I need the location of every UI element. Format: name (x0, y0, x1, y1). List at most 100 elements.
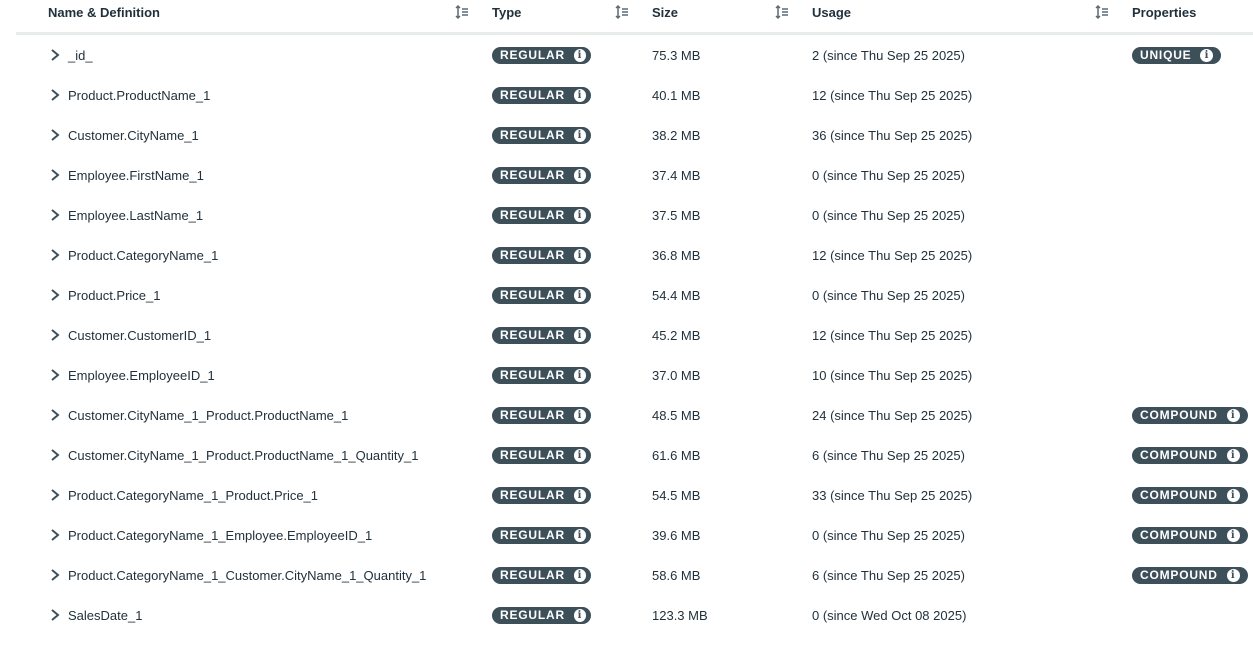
property-badge-label: COMPOUND (1140, 408, 1218, 422)
info-icon[interactable]: i (1200, 48, 1214, 62)
info-icon[interactable]: i (573, 288, 586, 302)
expand-chevron-icon[interactable] (48, 48, 62, 62)
size-cell: 61.6 MB (652, 447, 701, 463)
info-icon[interactable]: i (573, 448, 586, 462)
usage-cell: 12 (since Thu Sep 25 2025) (812, 87, 973, 103)
size-cell: 37.5 MB (652, 207, 701, 223)
sort-type-icon[interactable] (614, 4, 630, 20)
expand-chevron-icon[interactable] (48, 608, 62, 622)
expand-chevron-icon[interactable] (48, 568, 62, 582)
table-row[interactable]: Product.CategoryName_1_Employee.Employee… (0, 515, 1253, 555)
type-cell: REGULAR i (492, 435, 591, 475)
table-row[interactable]: Product.CategoryName_1_Customer.CityName… (0, 555, 1253, 595)
info-icon[interactable]: i (573, 168, 586, 182)
info-icon[interactable]: i (573, 328, 586, 342)
table-row[interactable]: Product.CategoryName_1 REGULAR i 36.8 MB 12 … (0, 235, 1253, 275)
usage-cell: 2 (since Thu Sep 25 2025) (812, 47, 965, 63)
table-row[interactable]: Customer.CityName_1 REGULAR i 38.2 MB 36 (si… (0, 115, 1253, 155)
expand-chevron-icon[interactable] (48, 288, 62, 302)
info-icon[interactable]: i (573, 568, 586, 582)
table-row[interactable]: Customer.CityName_1_Product.ProductName_… (0, 395, 1253, 435)
column-header-type-label: Type (492, 5, 522, 20)
info-icon[interactable]: i (1226, 448, 1240, 462)
type-badge-label: REGULAR (500, 128, 565, 142)
type-badge: REGULAR i (492, 126, 591, 144)
type-cell: REGULAR i (492, 275, 591, 315)
expand-chevron-icon[interactable] (48, 408, 62, 422)
type-badge: REGULAR i (492, 486, 591, 504)
column-header-name: Name & Definition (48, 0, 160, 25)
sort-size-icon[interactable] (774, 4, 790, 20)
table-row[interactable]: Product.Price_1 REGULAR i 54.4 MB 0 (since T… (0, 275, 1253, 315)
expand-chevron-icon[interactable] (48, 448, 62, 462)
type-badge-label: REGULAR (500, 328, 565, 342)
type-cell: REGULAR i (492, 115, 591, 155)
type-badge-label: REGULAR (500, 408, 565, 422)
index-name: Product.Price_1 (68, 287, 161, 303)
column-header-size: Size (652, 0, 678, 25)
info-icon[interactable]: i (573, 248, 586, 262)
type-badge: REGULAR i (492, 326, 591, 344)
table-header: Name & Definition Type Size Usage Proper… (16, 0, 1253, 35)
size-cell: 37.4 MB (652, 167, 701, 183)
table-row[interactable]: Customer.CityName_1_Product.ProductName_… (0, 435, 1253, 475)
type-badge: REGULAR i (492, 206, 591, 224)
type-badge-label: REGULAR (500, 48, 565, 62)
table-row[interactable]: Employee.LastName_1 REGULAR i 37.5 MB 0 (sin… (0, 195, 1253, 235)
type-cell: REGULAR i (492, 395, 591, 435)
size-cell: 58.6 MB (652, 567, 701, 583)
info-icon[interactable]: i (573, 368, 586, 382)
sort-usage-icon[interactable] (1094, 4, 1110, 20)
info-icon[interactable]: i (1226, 408, 1240, 422)
type-badge: REGULAR i (492, 86, 591, 104)
expand-chevron-icon[interactable] (48, 128, 62, 142)
type-badge-label: REGULAR (500, 208, 565, 222)
info-icon[interactable]: i (573, 128, 586, 142)
info-icon[interactable]: i (1226, 488, 1240, 502)
type-cell: REGULAR i (492, 475, 591, 515)
property-badge-label: COMPOUND (1140, 528, 1218, 542)
index-name: Product.CategoryName_1_Employee.Employee… (68, 527, 373, 543)
info-icon[interactable]: i (573, 48, 586, 62)
property-badge: COMPOUND i (1132, 406, 1248, 424)
info-icon[interactable]: i (573, 528, 586, 542)
info-icon[interactable]: i (1226, 528, 1240, 542)
info-icon[interactable]: i (573, 208, 586, 222)
table-row[interactable]: Product.CategoryName_1_Product.Price_1 RE… (0, 475, 1253, 515)
table-row[interactable]: SalesDate_1 REGULAR i 123.3 MB 0 (since Wed … (0, 595, 1253, 635)
info-icon[interactable]: i (1226, 568, 1240, 582)
expand-chevron-icon[interactable] (48, 248, 62, 262)
type-badge-label: REGULAR (500, 608, 565, 622)
property-badge-label: COMPOUND (1140, 568, 1218, 582)
expand-chevron-icon[interactable] (48, 168, 62, 182)
expand-chevron-icon[interactable] (48, 368, 62, 382)
expand-chevron-icon[interactable] (48, 88, 62, 102)
info-icon[interactable]: i (573, 408, 586, 422)
table-row[interactable]: Customer.CustomerID_1 REGULAR i 45.2 MB 12 (… (0, 315, 1253, 355)
expand-chevron-icon[interactable] (48, 328, 62, 342)
usage-cell: 12 (since Thu Sep 25 2025) (812, 327, 973, 343)
property-badge: COMPOUND i (1132, 446, 1248, 464)
property-badge: UNIQUE i (1132, 46, 1221, 64)
info-icon[interactable]: i (573, 488, 586, 502)
table-row[interactable]: Employee.EmployeeID_1 REGULAR i 37.0 MB 10 (… (0, 355, 1253, 395)
index-name: Customer.CustomerID_1 (68, 327, 212, 343)
usage-cell: 6 (since Thu Sep 25 2025) (812, 567, 965, 583)
expand-chevron-icon[interactable] (48, 488, 62, 502)
table-row[interactable]: Product.ProductName_1 REGULAR i 40.1 MB 12 (… (0, 75, 1253, 115)
properties-cell: COMPOUND i (1132, 395, 1248, 435)
table-row[interactable]: _id_ REGULAR i 75.3 MB 2 (since Thu Sep 25 2… (0, 35, 1253, 75)
type-cell: REGULAR i (492, 555, 591, 595)
expand-chevron-icon[interactable] (48, 528, 62, 542)
size-cell: 48.5 MB (652, 407, 701, 423)
expand-chevron-icon[interactable] (48, 208, 62, 222)
size-cell: 54.4 MB (652, 287, 701, 303)
table-row[interactable]: Employee.FirstName_1 REGULAR i 37.4 MB 0 (si… (0, 155, 1253, 195)
sort-name-icon[interactable] (454, 4, 470, 20)
type-cell: REGULAR i (492, 515, 591, 555)
column-header-properties: Properties (1132, 0, 1196, 25)
info-icon[interactable]: i (573, 88, 586, 102)
property-badge-label: UNIQUE (1140, 48, 1192, 62)
info-icon[interactable]: i (573, 608, 586, 622)
index-name: Customer.CityName_1 (68, 127, 199, 143)
